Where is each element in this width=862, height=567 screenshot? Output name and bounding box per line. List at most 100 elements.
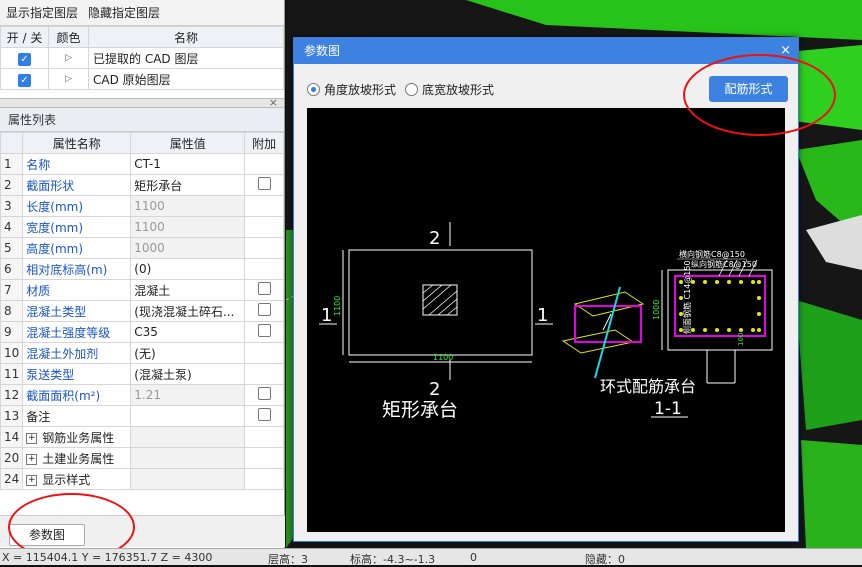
annotation-ellipse [683, 54, 836, 136]
expand-plus-icon[interactable]: + [26, 453, 38, 465]
close-icon[interactable]: × [269, 96, 278, 109]
expand-plus-icon[interactable]: + [26, 432, 38, 444]
expand-arrow-icon[interactable]: ▷ [48, 47, 89, 69]
prop-group-row[interactable]: 20 + 土建业务属性 [0, 447, 284, 469]
radio-bottom-width-slope[interactable]: 底宽放坡形式 [405, 81, 494, 98]
prop-row[interactable]: 3 长度(mm) 1100 [0, 195, 284, 217]
layer-row[interactable]: ✓ ▷ 已提取的 CAD 图层 [0, 47, 284, 69]
prop-checkbox[interactable] [257, 303, 271, 316]
prop-value[interactable]: CT-1 [130, 153, 246, 175]
prop-group-label: 显示样式 [42, 472, 91, 487]
prop-checkbox[interactable] [257, 408, 271, 421]
prop-name: 混凝土类型 [22, 300, 132, 322]
prop-extra [244, 363, 284, 385]
prop-value[interactable]: 1100 [130, 216, 246, 238]
prop-extra [244, 279, 284, 301]
dim-height: 1000 [652, 300, 661, 320]
prop-checkbox[interactable] [257, 324, 271, 337]
dim-bottom: 1100 [433, 353, 453, 362]
prop-group[interactable]: + 显示样式 [22, 468, 132, 490]
rect-cap-title: 矩形承台 [382, 399, 458, 421]
prop-value[interactable]: C35 [130, 321, 246, 343]
layer-row[interactable]: ✓ ▷ CAD 原始图层 [0, 68, 284, 90]
layer-table: 开 / 关 颜色 名称 ✓ ▷ 已提取的 CAD 图层 ✓ ▷ CAD 原始图层 [0, 26, 284, 90]
prop-index: 14 [0, 426, 24, 448]
prop-name: 名称 [22, 153, 132, 175]
prop-name: 截面形状 [22, 174, 132, 196]
prop-value[interactable] [130, 405, 246, 427]
prop-extra [244, 342, 284, 364]
prop-extra [244, 468, 284, 490]
prop-extra [244, 216, 284, 238]
prop-name: 混凝土强度等级 [22, 321, 132, 343]
expand-plus-icon[interactable]: + [26, 474, 38, 486]
layer-toggle-checkbox[interactable]: ✓ [18, 73, 31, 87]
prop-row[interactable]: 11 泵送类型 (混凝土泵) [0, 363, 284, 385]
ring-cap-title: 环式配筋承台 [600, 377, 696, 396]
layer-toolbar: 显示指定图层 隐藏指定图层 [0, 0, 284, 26]
prop-extra [244, 258, 284, 280]
hide-layer-button[interactable]: 隐藏指定图层 [88, 4, 160, 21]
left-panel: 显示指定图层 隐藏指定图层 开 / 关 颜色 名称 ✓ ▷ 已提取的 CAD 图… [0, 0, 285, 548]
layer-toggle-checkbox[interactable]: ✓ [18, 52, 31, 66]
radio-unchecked-icon[interactable] [405, 83, 418, 96]
radio-label: 角度放坡形式 [324, 83, 397, 97]
zero-value: 0 [470, 551, 477, 564]
prop-extra [244, 237, 284, 259]
prop-value[interactable]: 矩形承台 [130, 174, 246, 196]
prop-checkbox[interactable] [257, 177, 271, 190]
prop-row[interactable]: 12 截面面积(m²) 1.21 [0, 384, 284, 406]
show-layer-button[interactable]: 显示指定图层 [6, 4, 78, 21]
prop-row[interactable]: 1 名称 CT-1 [0, 153, 284, 175]
dim-left: 1100 [333, 296, 342, 316]
cad-preview: 2 2 1 1 1100 1100 矩形承台 1000 100 横向钢筋C8@1… [307, 108, 785, 532]
prop-value[interactable]: (现浇混凝土碎石... [130, 300, 246, 322]
prop-row[interactable]: 2 截面形状 矩形承台 [0, 174, 284, 196]
prop-value[interactable]: 1.21 [130, 384, 246, 406]
prop-row[interactable]: 10 混凝土外加剂 (无) [0, 342, 284, 364]
layer-name: CAD 原始图层 [88, 68, 284, 90]
section-mark-bottom: 2 [429, 379, 440, 400]
pile-cap-outline [348, 249, 533, 356]
prop-index: 6 [0, 258, 24, 280]
prop-group[interactable]: + 土建业务属性 [22, 447, 132, 469]
dialog-title: 参数图 [304, 44, 341, 58]
prop-group-row[interactable]: 14 + 钢筋业务属性 [0, 426, 284, 448]
prop-name: 备注 [22, 405, 132, 427]
prop-row[interactable]: 7 材质 混凝土 [0, 279, 284, 301]
props-col-name: 属性名称 [22, 132, 132, 154]
svg-text:100: 100 [737, 333, 745, 346]
prop-value[interactable]: (混凝土泵) [130, 363, 246, 385]
prop-value[interactable]: 1100 [130, 195, 246, 217]
prop-row[interactable]: 4 宽度(mm) 1100 [0, 216, 284, 238]
expand-arrow-icon[interactable]: ▷ [48, 68, 89, 90]
props-col-value: 属性值 [130, 132, 246, 154]
prop-value[interactable]: 1000 [130, 237, 246, 259]
prop-row[interactable]: 9 混凝土强度等级 C35 [0, 321, 284, 343]
prop-value[interactable]: (无) [130, 342, 246, 364]
prop-extra [244, 321, 284, 343]
prop-index: 20 [0, 447, 24, 469]
prop-row[interactable]: 8 混凝土类型 (现浇混凝土碎石... [0, 300, 284, 322]
coord-readout: X = 115404.1 Y = 176351.7 Z = 4300 [2, 551, 213, 564]
section-title: 1-1 [654, 399, 682, 419]
radio-checked-icon[interactable] [307, 83, 320, 96]
prop-value [130, 468, 246, 490]
prop-value[interactable]: (0) [130, 258, 246, 280]
panel-splitter[interactable]: × [0, 96, 284, 109]
prop-checkbox[interactable] [257, 282, 271, 295]
prop-group-row[interactable]: 24 + 显示样式 [0, 468, 284, 490]
prop-checkbox[interactable] [257, 387, 271, 400]
prop-row[interactable]: 13 备注 [0, 405, 284, 427]
prop-name: 相对底标高(m) [22, 258, 132, 280]
radio-angle-slope[interactable]: 角度放坡形式 [307, 81, 396, 98]
prop-row[interactable]: 6 相对底标高(m) (0) [0, 258, 284, 280]
prop-index: 7 [0, 279, 24, 301]
prop-value [130, 447, 246, 469]
prop-extra [244, 153, 284, 175]
prop-index: 8 [0, 300, 24, 322]
prop-group-label: 土建业务属性 [42, 451, 115, 466]
prop-row[interactable]: 5 高度(mm) 1000 [0, 237, 284, 259]
prop-group[interactable]: + 钢筋业务属性 [22, 426, 132, 448]
prop-value[interactable]: 混凝土 [130, 279, 246, 301]
